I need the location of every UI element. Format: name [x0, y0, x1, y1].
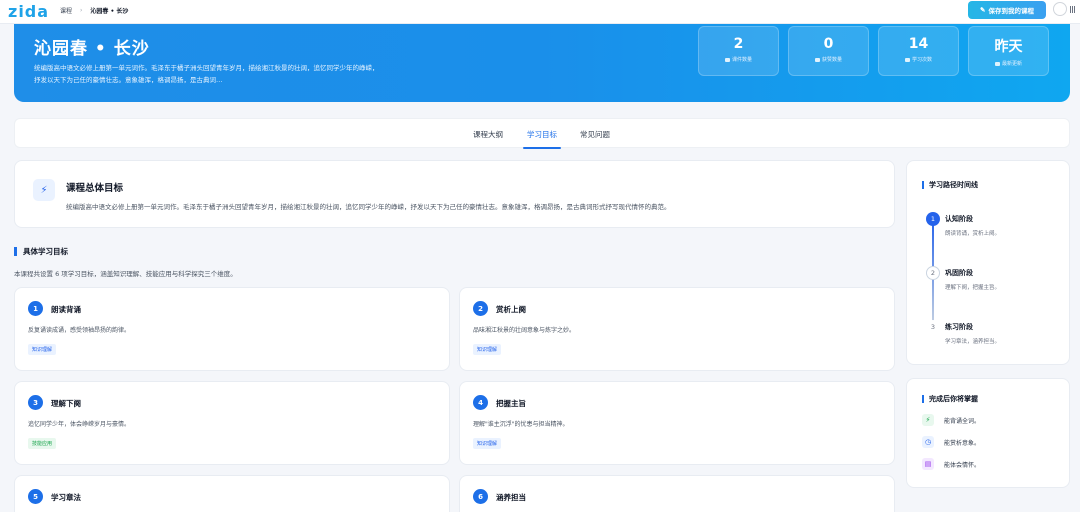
stat-label: 获赞数量 — [821, 57, 842, 63]
step-number: 3 — [926, 320, 940, 334]
goal-number: 5 — [28, 489, 43, 504]
stat-value: 2 — [733, 36, 744, 52]
goal-title: 把握主旨 — [496, 399, 526, 408]
avatar[interactable] — [1053, 2, 1067, 16]
mastery-text: 能背诵全词。 — [944, 418, 981, 425]
step-number: 2 — [926, 266, 940, 280]
goal-tag: 知识理解 — [28, 344, 57, 355]
stat-likes-count: 0 获赞数量 — [788, 26, 869, 76]
breadcrumb-separator-icon: › — [80, 7, 83, 14]
goal-card[interactable]: 6 涵养担当 — [459, 475, 895, 512]
step-title: 练习阶段 — [945, 323, 973, 331]
refresh-icon — [994, 61, 1000, 66]
tab-bar: 课程大纲 学习目标 常见问题 — [14, 118, 1070, 149]
step-number: 1 — [926, 212, 940, 226]
stat-label: 学习次数 — [911, 57, 932, 63]
goal-card[interactable]: 3 理解下阕 追忆同学少年，体会峥嵘岁月与豪情。 技能应用 — [14, 381, 450, 465]
goal-number: 1 — [28, 301, 43, 316]
overall-goal-title: 课程总体目标 — [66, 183, 124, 194]
goal-card[interactable]: 5 学习章法 — [14, 475, 450, 512]
lightning-icon: ⚡ — [922, 414, 934, 426]
mastery-card: 完成后你将掌握 ⚡ 能背诵全词。 ◷ 能赏析意象。 ▤ 能体会情怀。 — [906, 378, 1070, 488]
goal-description: 追忆同学少年，体会峥嵘岁月与豪情。 — [28, 421, 131, 428]
goal-number: 4 — [473, 395, 488, 410]
step-description: 理解下阕，把握主旨。 — [945, 285, 1001, 291]
step-title: 巩固阶段 — [945, 269, 973, 277]
clipboard-icon: ▤ — [922, 458, 934, 470]
course-title: 沁园春 • 长沙 — [34, 39, 150, 59]
step-title: 认知阶段 — [945, 215, 973, 223]
course-description: 统编版高中语文必修上册第一单元词作。毛泽东于橘子洲头回望青年岁月，描绘湘江秋景的… — [34, 64, 379, 84]
step-description: 朗读背诵，赏析上阕。 — [945, 231, 1001, 237]
goal-card[interactable]: 2 赏析上阕 品味湘江秋景的壮阔意象与炼字之妙。 知识理解 — [459, 287, 895, 371]
stat-last-updated: 昨天 最新更新 — [968, 26, 1049, 76]
stat-value: 昨天 — [994, 39, 1023, 55]
top-bar: zida 课程 › 沁园春 • 长沙 ✎ 保存到我的课程 — [0, 0, 1080, 24]
folder-icon — [724, 57, 730, 62]
goal-number: 3 — [28, 395, 43, 410]
heart-icon — [814, 57, 820, 62]
clock-icon: ◷ — [922, 436, 934, 448]
stat-value: 14 — [908, 36, 929, 52]
goal-title: 涵养担当 — [496, 493, 526, 502]
goals-section-title: 具体学习目标 — [14, 247, 68, 256]
stat-study-count: 14 学习次数 — [878, 26, 959, 76]
save-button-label: 保存到我的课程 — [988, 8, 1034, 15]
goal-number: 6 — [473, 489, 488, 504]
goal-title: 学习章法 — [51, 493, 81, 502]
mastery-title: 完成后你将掌握 — [922, 395, 978, 403]
overall-goal-card: ⚡ 课程总体目标 统编版高中语文必修上册第一单元词作。毛泽东于橘子洲头回望青年岁… — [14, 160, 895, 228]
mastery-text: 能赏析意象。 — [944, 440, 981, 447]
goal-tag: 知识理解 — [473, 344, 502, 355]
goals-section-subtitle: 本课程共设置 6 项学习目标，涵盖知识理解、技能应用与科学探究三个维度。 — [14, 270, 237, 278]
tab-faq[interactable]: 常见问题 — [580, 129, 610, 140]
pen-icon: ✎ — [980, 7, 986, 14]
timeline-title: 学习路径时间线 — [922, 181, 978, 189]
goal-number: 2 — [473, 301, 488, 316]
stat-value: 0 — [823, 36, 834, 52]
lightning-icon: ⚡ — [33, 179, 55, 201]
user-icon — [904, 57, 910, 62]
tab-outline[interactable]: 课程大纲 — [473, 129, 503, 140]
menu-icon[interactable] — [1070, 6, 1078, 14]
goal-title: 理解下阕 — [51, 399, 81, 408]
learning-path-timeline: 学习路径时间线 1 认知阶段 朗读背诵，赏析上阕。 2 巩固阶段 理解下阕，把握… — [906, 160, 1070, 365]
course-hero: 沁园春 • 长沙 统编版高中语文必修上册第一单元词作。毛泽东于橘子洲头回望青年岁… — [14, 24, 1070, 102]
save-to-my-courses-button[interactable]: ✎ 保存到我的课程 — [968, 1, 1046, 19]
stat-label: 课件数量 — [731, 57, 752, 63]
step-description: 学习章法，涵养担当。 — [945, 339, 1001, 345]
goal-description: 反复诵读成诵，感受领袖昂扬的韵律。 — [28, 327, 131, 334]
breadcrumb-item-courses[interactable]: 课程 — [60, 6, 72, 15]
overall-goal-text: 统编版高中语文必修上册第一单元词作。毛泽东于橘子洲头回望青年岁月，描绘湘江秋景的… — [66, 203, 671, 211]
goal-card[interactable]: 4 把握主旨 理解"谁主沉浮"的忧患与担当精神。 知识理解 — [459, 381, 895, 465]
tab-learning-goals[interactable]: 学习目标 — [523, 129, 561, 149]
goal-title: 朗读背诵 — [51, 305, 81, 314]
goal-description: 品味湘江秋景的壮阔意象与炼字之妙。 — [473, 327, 576, 334]
stat-label: 最新更新 — [1001, 61, 1022, 67]
goal-description: 理解"谁主沉浮"的忧患与担当精神。 — [473, 421, 569, 428]
goal-tag: 技能应用 — [28, 438, 57, 449]
goal-card[interactable]: 1 朗读背诵 反复诵读成诵，感受领袖昂扬的韵律。 知识理解 — [14, 287, 450, 371]
goal-tag: 知识理解 — [473, 438, 502, 449]
mastery-text: 能体会情怀。 — [944, 462, 981, 469]
breadcrumb-item-current: 沁园春 • 长沙 — [90, 8, 129, 15]
stat-courseware-count: 2 课件数量 — [698, 26, 779, 76]
logo[interactable]: zida — [8, 2, 49, 21]
breadcrumb: 课程 › 沁园春 • 长沙 — [60, 6, 128, 15]
goal-title: 赏析上阕 — [496, 305, 526, 314]
